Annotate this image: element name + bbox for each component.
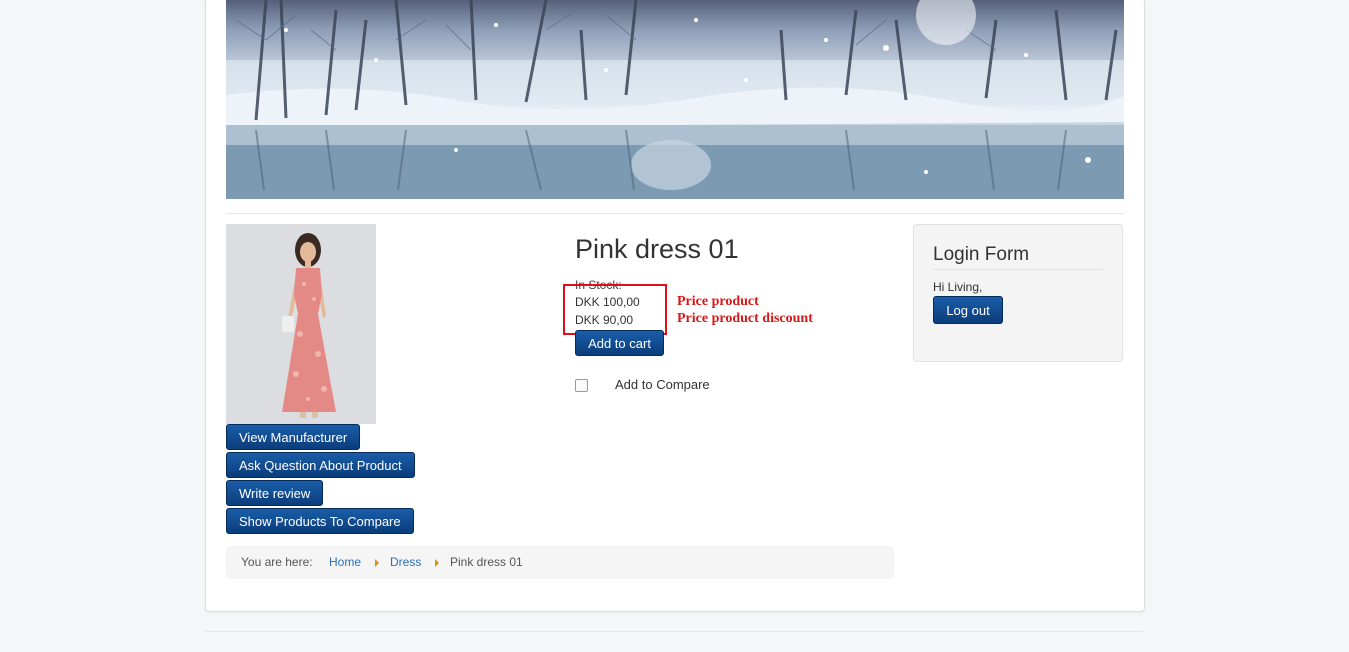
log-out-button[interactable]: Log out bbox=[933, 296, 1003, 324]
breadcrumb-separator-icon bbox=[375, 559, 379, 567]
product-image[interactable] bbox=[226, 224, 376, 424]
login-form-panel: Login Form Hi Living, Log out bbox=[913, 224, 1123, 362]
breadcrumb-current: Pink dress 01 bbox=[450, 555, 523, 569]
ask-question-button[interactable]: Ask Question About Product bbox=[226, 452, 415, 478]
login-form-title: Login Form bbox=[933, 244, 1030, 265]
content-divider bbox=[226, 213, 1124, 214]
footer-divider bbox=[205, 631, 1143, 632]
breadcrumb-home[interactable]: Home bbox=[329, 555, 361, 569]
discount-annotation: Price product discount bbox=[677, 311, 813, 326]
product-title: Pink dress 01 bbox=[575, 234, 739, 264]
add-to-cart-button[interactable]: Add to cart bbox=[575, 330, 664, 356]
winter-banner-image bbox=[226, 0, 1124, 199]
breadcrumb-prefix: You are here: bbox=[241, 555, 313, 569]
show-products-to-compare-button[interactable]: Show Products To Compare bbox=[226, 508, 414, 534]
compare-checkbox[interactable] bbox=[575, 379, 588, 392]
breadcrumb-separator-icon bbox=[435, 559, 439, 567]
price-annotation: Price product bbox=[677, 294, 759, 309]
login-form-divider bbox=[933, 269, 1103, 270]
add-to-compare-label[interactable]: Add to Compare bbox=[615, 377, 710, 392]
price-highlight-box bbox=[563, 284, 667, 335]
view-manufacturer-button[interactable]: View Manufacturer bbox=[226, 424, 361, 450]
breadcrumb: You are here: Home Dress Pink dress 01 bbox=[226, 546, 894, 579]
login-greeting: Hi Living, bbox=[933, 280, 983, 294]
breadcrumb-dress[interactable]: Dress bbox=[390, 555, 421, 569]
write-review-button[interactable]: Write review bbox=[226, 480, 324, 506]
